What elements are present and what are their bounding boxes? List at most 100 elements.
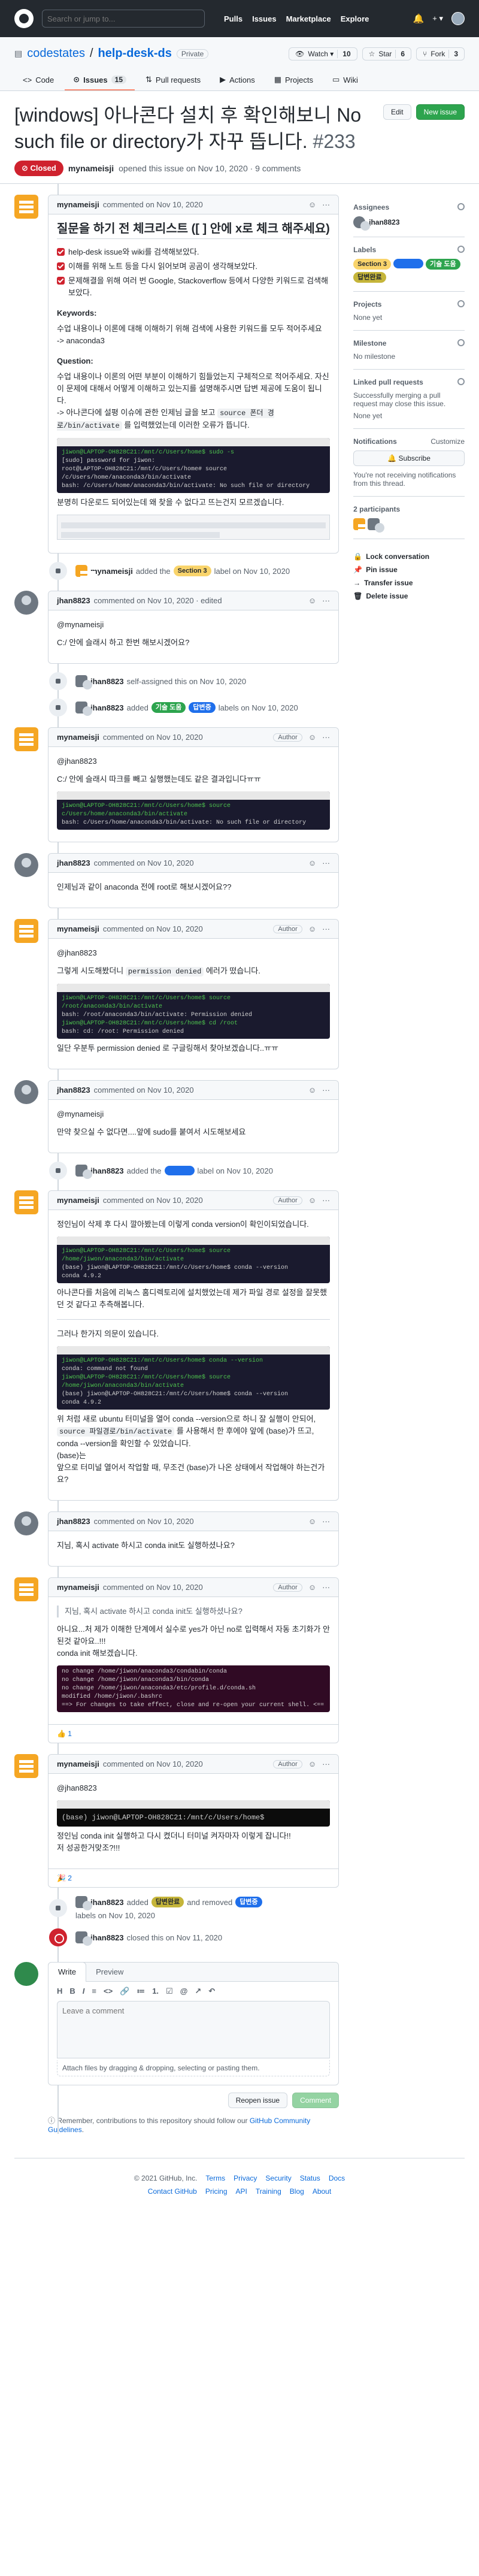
assignee[interactable]: jhan8823 — [353, 216, 465, 231]
repo-owner-link[interactable]: codestates — [27, 47, 85, 61]
label-answering[interactable]: 답변중 — [189, 702, 216, 713]
comment-button[interactable]: Comment — [292, 2093, 339, 2108]
mention[interactable]: @jhan8823 — [57, 1782, 330, 1794]
ordered-list-icon[interactable]: 1. — [152, 1987, 159, 1996]
attach-files-bar[interactable]: Attach files by dragging & dropping, sel… — [57, 2060, 331, 2076]
comment-author[interactable]: jhan8823 — [57, 1086, 90, 1095]
mini-avatar[interactable] — [75, 675, 92, 690]
smiley-icon[interactable]: ☺ — [308, 200, 316, 209]
issue-author[interactable]: mynameisji — [68, 164, 114, 173]
label-redacted[interactable] — [164, 1166, 195, 1175]
tab-projects[interactable]: ▦ Projects — [266, 70, 322, 90]
mini-avatar[interactable] — [75, 702, 92, 716]
link-icon[interactable]: 🔗 — [120, 1987, 129, 1996]
event-user[interactable]: jhan8823 — [90, 677, 124, 686]
participant-avatar[interactable] — [353, 518, 373, 530]
smiley-icon[interactable]: ☺ — [308, 1583, 316, 1592]
avatar[interactable] — [14, 1080, 38, 1104]
label-tech-help[interactable]: 기술 도움 — [151, 702, 186, 713]
subscribe-button[interactable]: 🔔 Subscribe — [353, 451, 465, 466]
unordered-list-icon[interactable]: ≔ — [137, 1987, 145, 1996]
label-tech-help[interactable]: 기술 도움 — [426, 259, 460, 270]
mini-avatar[interactable] — [75, 1931, 92, 1946]
tab-wiki[interactable]: ▭ Wiki — [324, 70, 366, 90]
avatar[interactable] — [14, 591, 38, 615]
kebab-horizontal-icon[interactable]: ··· — [322, 200, 330, 209]
pin-issue[interactable]: 📌 Pin issue — [353, 566, 465, 574]
delete-issue[interactable]: 🗑 Delete issue — [353, 592, 465, 600]
label-redacted[interactable] — [393, 259, 424, 268]
smiley-icon[interactable]: ☺ — [308, 1517, 316, 1526]
kebab-horizontal-icon[interactable]: ··· — [322, 858, 330, 867]
label-section[interactable]: Section 3 — [173, 566, 211, 576]
avatar[interactable] — [14, 1962, 38, 1986]
repo-name-link[interactable]: help-desk-ds — [98, 47, 172, 61]
avatar[interactable] — [14, 727, 38, 751]
footer-link[interactable]: Terms — [205, 2174, 225, 2182]
mini-avatar[interactable] — [75, 1165, 92, 1179]
comment-author[interactable]: jhan8823 — [57, 596, 90, 605]
tab-write[interactable]: Write — [48, 1962, 87, 1982]
comment-author[interactable]: jhan8823 — [57, 858, 90, 867]
smiley-icon[interactable]: ☺ — [308, 924, 316, 933]
quote-icon[interactable]: ≡ — [92, 1987, 96, 1996]
comment-author[interactable]: mynameisji — [57, 924, 99, 933]
comment-author[interactable]: mynameisji — [57, 1759, 99, 1768]
mention[interactable]: @mynameisji — [57, 1108, 330, 1120]
comment-author[interactable]: jhan8823 — [57, 1517, 90, 1526]
avatar[interactable] — [14, 919, 38, 943]
kebab-horizontal-icon[interactable]: ··· — [322, 733, 330, 742]
comment-date[interactable]: commented on Nov 10, 2020 — [94, 1517, 194, 1526]
footer-link[interactable]: Pricing — [205, 2187, 228, 2196]
avatar[interactable] — [14, 195, 38, 219]
footer-link[interactable]: API — [236, 2187, 247, 2196]
kebab-horizontal-icon[interactable]: ··· — [322, 1759, 330, 1768]
smiley-icon[interactable]: ☺ — [308, 858, 316, 867]
italic-icon[interactable]: I — [83, 1987, 85, 1996]
tab-pull-requests[interactable]: ⇅ Pull requests — [137, 70, 209, 90]
comment-date[interactable]: commented on Nov 10, 2020 · edited — [94, 596, 222, 605]
event-user[interactable]: jhan8823 — [90, 1898, 124, 1907]
section-title[interactable]: Milestone — [353, 339, 465, 347]
search-input[interactable] — [42, 10, 205, 28]
label-answering[interactable]: 답변중 — [235, 1897, 262, 1907]
section-title[interactable]: Linked pull requests — [353, 378, 465, 386]
label-answered[interactable]: 답변완료 — [151, 1897, 184, 1907]
watch-button[interactable]: 👁 Watch ▾ 10 — [289, 47, 357, 61]
comment-date[interactable]: commented on Nov 10, 2020 — [94, 858, 194, 867]
footer-link[interactable]: Blog — [290, 2187, 304, 2196]
create-new-menu[interactable]: + ▾ — [432, 14, 443, 23]
smiley-icon[interactable]: ☺ — [308, 1196, 316, 1205]
kebab-horizontal-icon[interactable]: ··· — [322, 1517, 330, 1526]
label-section[interactable]: Section 3 — [353, 259, 392, 270]
footer-link[interactable]: Training — [256, 2187, 281, 2196]
lock-conversation[interactable]: 🔒 Lock conversation — [353, 552, 465, 561]
comment-date[interactable]: commented on Nov 10, 2020 — [103, 1583, 203, 1592]
gear-icon[interactable] — [457, 203, 465, 210]
code-icon[interactable]: <> — [104, 1987, 113, 1996]
comment-author[interactable]: mynameisji — [57, 1583, 99, 1592]
kebab-horizontal-icon[interactable]: ··· — [322, 1583, 330, 1592]
checkbox-checked[interactable] — [57, 248, 65, 256]
smiley-icon[interactable]: ☺ — [308, 1086, 316, 1095]
event-user[interactable]: jhan8823 — [90, 1933, 124, 1942]
bell-icon[interactable]: 🔔 — [413, 13, 425, 24]
comment-author[interactable]: mynameisji — [57, 733, 99, 742]
transfer-issue[interactable]: → Transfer issue — [353, 579, 465, 587]
avatar[interactable] — [14, 1577, 38, 1601]
mention[interactable]: @jhan8823 — [57, 755, 330, 767]
smiley-icon[interactable]: ☺ — [308, 733, 316, 742]
nav-issues[interactable]: Issues — [252, 14, 276, 23]
user-avatar[interactable] — [451, 12, 465, 25]
tab-code[interactable]: <> Code — [14, 70, 62, 90]
footer-link[interactable]: Contact GitHub — [148, 2187, 197, 2196]
gear-icon[interactable] — [457, 378, 465, 385]
gear-icon[interactable] — [457, 246, 465, 253]
comment-author[interactable]: mynameisji — [57, 200, 99, 209]
footer-link[interactable]: Privacy — [234, 2174, 257, 2182]
comment-date[interactable]: commented on Nov 10, 2020 — [94, 1086, 194, 1095]
tab-actions[interactable]: ▶ Actions — [211, 70, 263, 90]
section-title[interactable]: Projects — [353, 300, 465, 309]
footer-link[interactable]: About — [313, 2187, 331, 2196]
tab-issues[interactable]: ⊙ Issues 15 — [65, 70, 135, 90]
